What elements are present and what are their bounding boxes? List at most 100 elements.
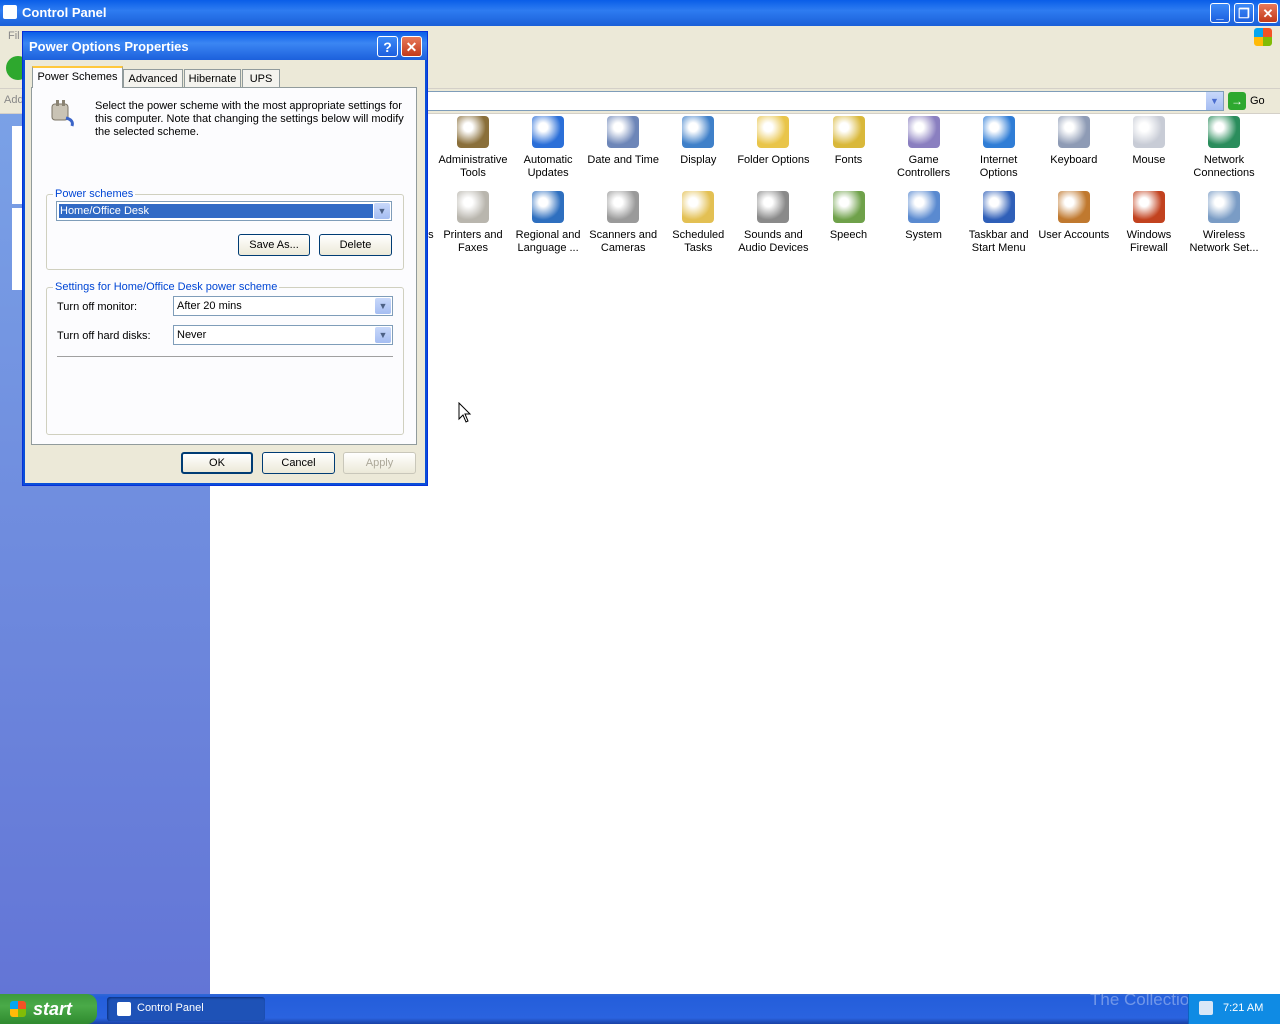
apply-button[interactable]: Apply bbox=[343, 452, 416, 474]
control-panel-item-label: Game Controllers bbox=[897, 154, 951, 179]
chevron-down-icon[interactable]: ▼ bbox=[375, 327, 391, 343]
control-panel-item-label: Windows Firewall bbox=[1126, 229, 1172, 254]
menu-file[interactable]: Fil bbox=[8, 30, 20, 42]
control-panel-item[interactable]: Fonts bbox=[811, 116, 887, 167]
windows-globe-icon bbox=[532, 116, 565, 148]
control-panel-item[interactable]: Speech bbox=[811, 191, 887, 242]
control-panel-item-label: Printers and Faxes bbox=[443, 229, 503, 254]
speaker-icon bbox=[757, 191, 790, 223]
system-tray: 7:21 AM bbox=[1188, 994, 1280, 1024]
scheme-description: Select the power scheme with the most ap… bbox=[95, 100, 404, 138]
chevron-down-icon[interactable]: ▼ bbox=[374, 203, 390, 219]
control-panel-item[interactable]: Administrative Tools bbox=[435, 116, 511, 180]
delete-button[interactable]: Delete bbox=[319, 234, 392, 256]
internet-globe-icon bbox=[982, 116, 1015, 148]
go-button[interactable]: → Go bbox=[1228, 92, 1276, 110]
control-panel-item-label: Scanners and Cameras bbox=[589, 229, 658, 254]
tab-power-schemes[interactable]: Power Schemes bbox=[32, 66, 123, 88]
control-panel-item[interactable]: System bbox=[886, 191, 962, 242]
fonts-folder-icon bbox=[832, 116, 865, 148]
control-panel-item[interactable]: Automatic Updates bbox=[510, 116, 586, 180]
control-panel-item-label: Keyboard bbox=[1050, 154, 1098, 166]
control-panel-item-label: User Accounts bbox=[1038, 229, 1110, 241]
control-panel-item[interactable]: User Accounts bbox=[1036, 191, 1112, 242]
tray-app-icon[interactable] bbox=[1199, 1001, 1213, 1015]
taskbar-item-control-panel[interactable]: Control Panel bbox=[107, 997, 265, 1021]
chevron-down-icon[interactable]: ▼ bbox=[375, 298, 391, 314]
regional-globe-icon bbox=[532, 191, 565, 223]
close-icon[interactable]: ✕ bbox=[1258, 3, 1278, 23]
firewall-brick-icon bbox=[1132, 191, 1165, 223]
system-computer-icon bbox=[907, 191, 940, 223]
control-panel-item-label: Taskbar and Start Menu bbox=[968, 229, 1029, 254]
control-panel-item-label: Regional and Language ... bbox=[515, 229, 581, 254]
control-panel-item[interactable]: Internet Options bbox=[961, 116, 1037, 180]
main-title-bar[interactable]: Control Panel _ ❐ ✕ bbox=[0, 0, 1280, 26]
control-panel-item-label: Fonts bbox=[834, 154, 863, 166]
tab-hibernate[interactable]: Hibernate bbox=[184, 69, 241, 87]
ok-button[interactable]: OK bbox=[181, 452, 253, 474]
control-panel-item[interactable]: Printers and Faxes bbox=[435, 191, 511, 255]
control-panel-item[interactable]: Scheduled Tasks bbox=[660, 191, 736, 255]
control-panel-item-label: Automatic Updates bbox=[523, 154, 573, 179]
help-icon[interactable]: ? bbox=[377, 36, 398, 57]
control-panel-item-label: Sounds and Audio Devices bbox=[738, 229, 809, 254]
chevron-down-icon[interactable]: ▼ bbox=[1206, 92, 1223, 110]
minimize-icon[interactable]: _ bbox=[1210, 3, 1230, 23]
control-panel-item-label: Folder Options bbox=[737, 154, 810, 166]
mouse-pointer-icon bbox=[458, 402, 472, 423]
control-panel-item[interactable]: Date and Time bbox=[585, 116, 661, 167]
sidebar-panel bbox=[12, 208, 22, 290]
control-panel-item[interactable]: Windows Firewall bbox=[1111, 191, 1187, 255]
tab-ups[interactable]: UPS bbox=[242, 69, 280, 87]
control-panel-item[interactable]: Sounds and Audio Devices bbox=[735, 191, 811, 255]
control-panel-item[interactable]: Mouse bbox=[1111, 116, 1187, 167]
control-panel-item[interactable]: Network Connections bbox=[1186, 116, 1262, 180]
power-schemes-legend: Power schemes bbox=[55, 188, 134, 200]
keyboard-icon bbox=[1057, 116, 1090, 148]
sidebar-panel bbox=[12, 126, 22, 204]
control-panel-item[interactable]: Taskbar and Start Menu bbox=[961, 191, 1037, 255]
disks-label: Turn off hard disks: bbox=[57, 330, 151, 342]
control-panel-item[interactable]: Folder Options bbox=[735, 116, 811, 167]
separator bbox=[57, 356, 393, 357]
control-panel-item-label: Wireless Network Set... bbox=[1189, 229, 1259, 254]
control-panel-item-label: Scheduled Tasks bbox=[672, 229, 725, 254]
restore-icon[interactable]: ❐ bbox=[1234, 3, 1254, 23]
taskbar-icon bbox=[982, 191, 1015, 223]
disks-select[interactable]: Never ▼ bbox=[173, 325, 393, 345]
control-panel-item[interactable]: Game Controllers bbox=[886, 116, 962, 180]
mouse-icon bbox=[1132, 116, 1165, 148]
save-as-button[interactable]: Save As... bbox=[238, 234, 310, 256]
monitor-select[interactable]: After 20 mins ▼ bbox=[173, 296, 393, 316]
dialog-title-bar[interactable]: Power Options Properties ? ✕ bbox=[23, 32, 427, 60]
windows-logo-icon bbox=[10, 1001, 26, 1017]
cancel-button[interactable]: Cancel bbox=[262, 452, 335, 474]
control-panel-item-label: Date and Time bbox=[587, 154, 659, 166]
network-globe-icon bbox=[1208, 116, 1240, 148]
scheduled-folder-icon bbox=[682, 191, 715, 223]
folder-check-icon bbox=[757, 116, 790, 148]
tab-advanced[interactable]: Advanced bbox=[123, 69, 183, 87]
control-panel-item-label: System bbox=[905, 229, 942, 241]
close-icon[interactable]: ✕ bbox=[401, 36, 422, 57]
wireless-icon bbox=[1208, 191, 1240, 223]
clock-calendar-icon bbox=[607, 116, 640, 148]
control-panel-icon bbox=[3, 5, 17, 19]
control-panel-item-label: Administrative Tools bbox=[438, 154, 508, 179]
control-panel-item[interactable]: Regional and Language ... bbox=[510, 191, 586, 255]
go-arrow-icon: → bbox=[1228, 92, 1246, 110]
control-panel-item[interactable]: Keyboard bbox=[1036, 116, 1112, 167]
clock[interactable]: 7:21 AM bbox=[1223, 1002, 1263, 1014]
control-panel-item[interactable]: Scanners and Cameras bbox=[585, 191, 661, 255]
address-input[interactable]: ▼ bbox=[426, 91, 1224, 111]
control-panel-item[interactable]: Display bbox=[660, 116, 736, 167]
gamepad-icon bbox=[907, 116, 940, 148]
taskbar: The Collection Book start Control Panel … bbox=[0, 990, 1280, 1024]
start-button[interactable]: start bbox=[0, 994, 97, 1024]
scheme-select[interactable]: Home/Office Desk ▼ bbox=[56, 201, 392, 221]
dialog-title: Power Options Properties bbox=[29, 39, 189, 54]
speech-icon bbox=[832, 191, 865, 223]
address-label: Add bbox=[4, 94, 24, 106]
control-panel-item[interactable]: Wireless Network Set... bbox=[1186, 191, 1262, 255]
